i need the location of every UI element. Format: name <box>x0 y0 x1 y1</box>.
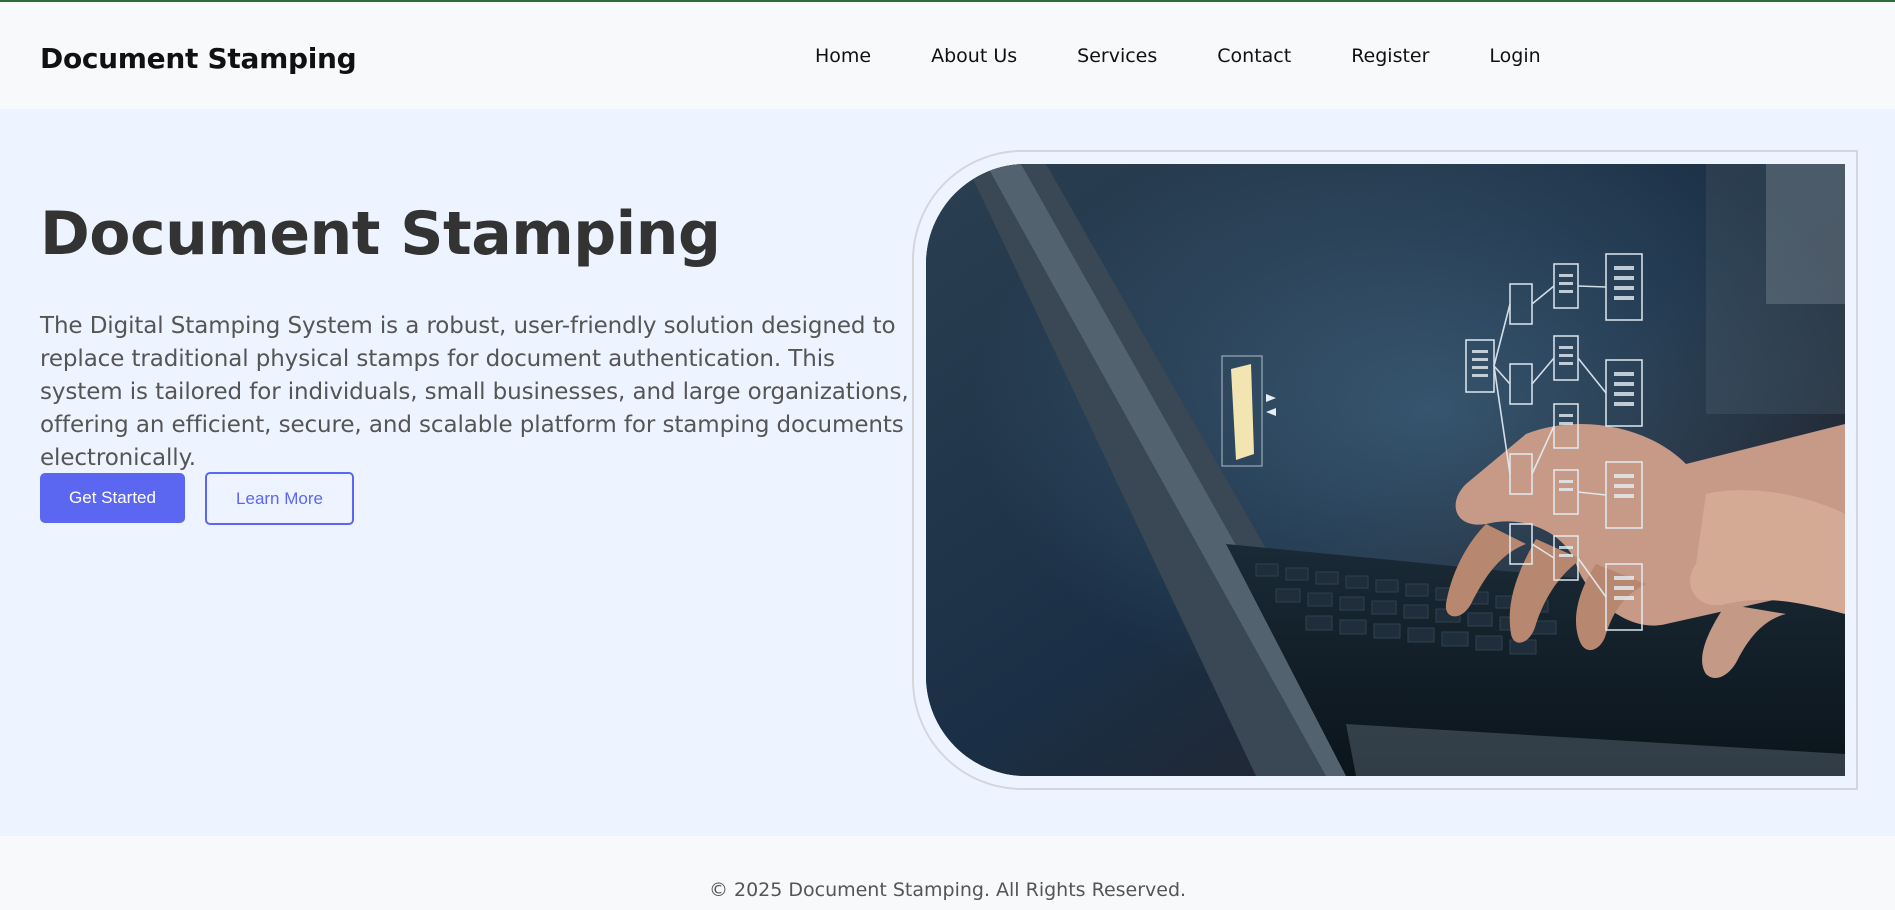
site-footer: © 2025 Document Stamping. All Rights Res… <box>0 836 1895 910</box>
learn-more-button[interactable]: Learn More <box>205 472 354 525</box>
get-started-button[interactable]: Get Started <box>40 473 185 523</box>
nav-login[interactable]: Login <box>1469 45 1540 67</box>
nav-home[interactable]: Home <box>795 45 871 67</box>
laptop-typing-illustration-icon <box>926 164 1845 776</box>
hero-image <box>926 164 1845 776</box>
site-header: Document Stamping Home About Us Services… <box>0 2 1895 109</box>
footer-copyright: © 2025 Document Stamping. All Rights Res… <box>708 879 1187 901</box>
nav-register[interactable]: Register <box>1331 45 1429 67</box>
hero-section: Document Stamping The Digital Stamping S… <box>0 109 1895 836</box>
nav-contact[interactable]: Contact <box>1197 45 1291 67</box>
page: Document Stamping Home About Us Services… <box>0 0 1895 910</box>
nav-services[interactable]: Services <box>1057 45 1157 67</box>
hero-description: The Digital Stamping System is a robust,… <box>40 313 909 471</box>
brand-logo-text[interactable]: Document Stamping <box>40 42 357 75</box>
nav-about-us[interactable]: About Us <box>911 45 1017 67</box>
main-nav: Home About Us Services Contact Register … <box>795 45 1581 67</box>
hero-title: Document Stamping <box>40 199 721 269</box>
